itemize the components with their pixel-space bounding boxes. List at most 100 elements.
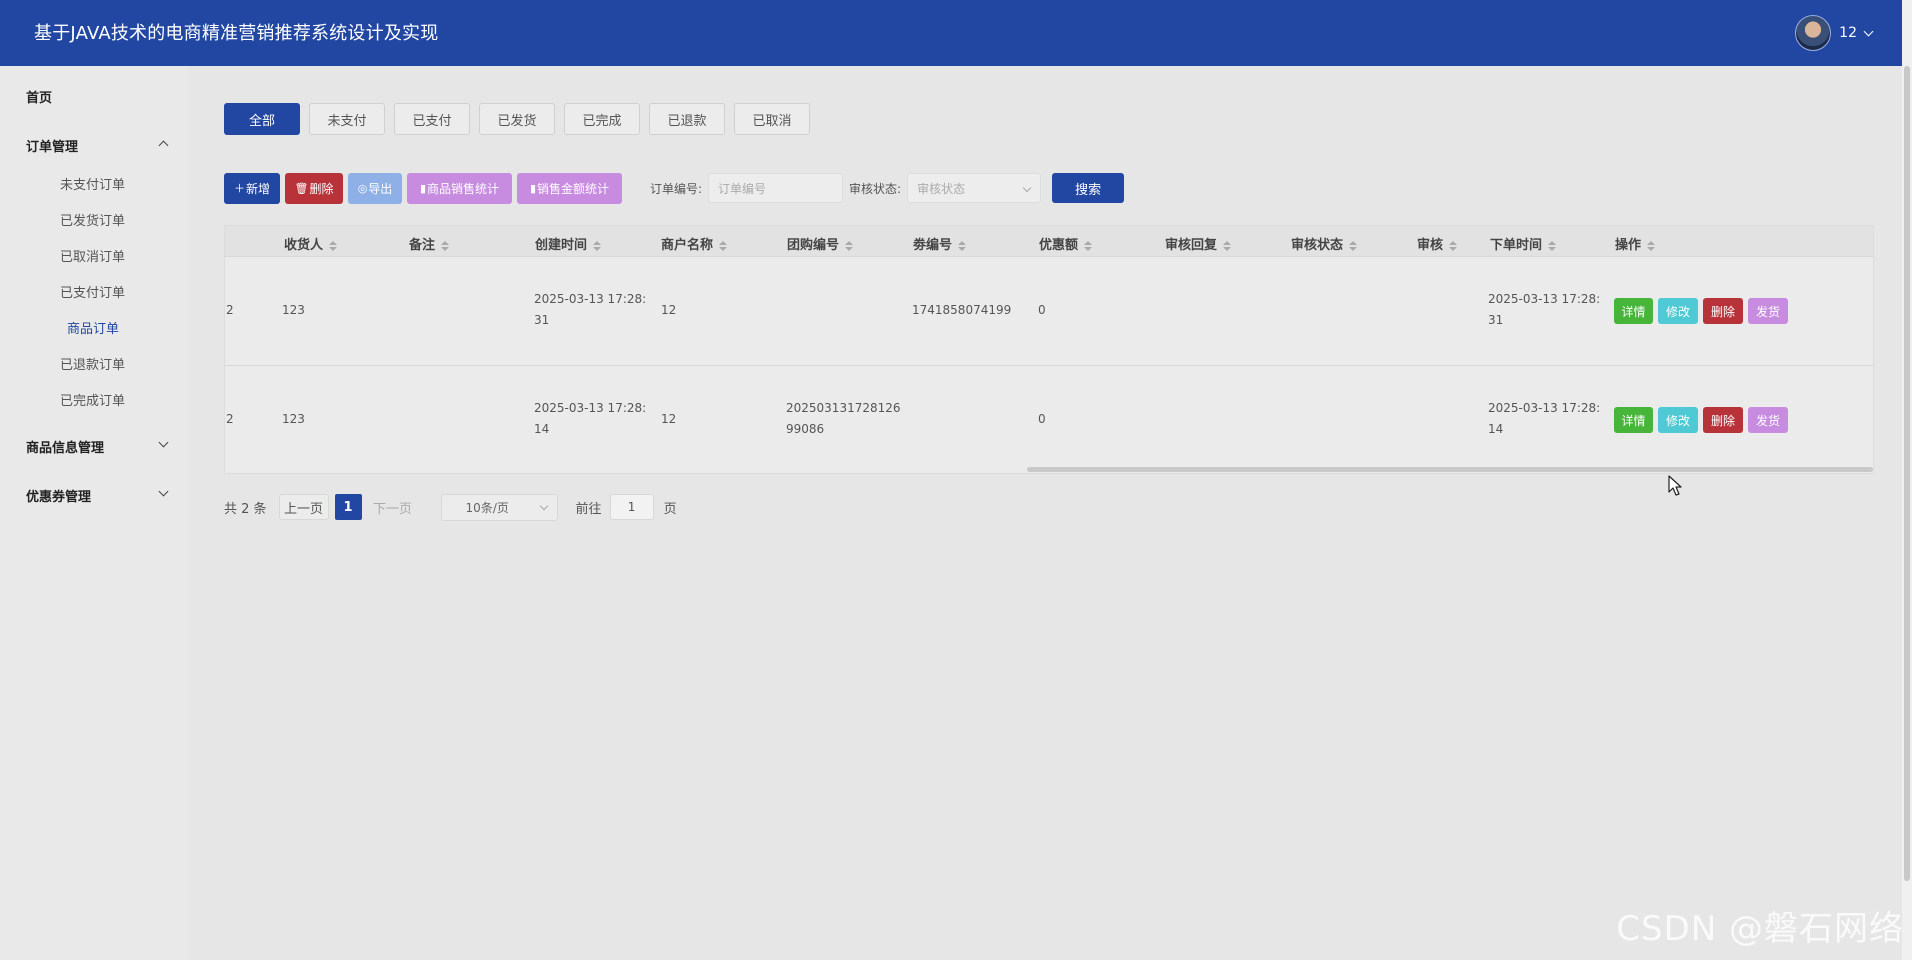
sort-icon[interactable] — [845, 240, 854, 251]
sales-amount-stats-button[interactable]: ▮ 销售金额统计 — [517, 172, 622, 204]
column-header-audit[interactable]: 审核 — [1417, 234, 1458, 253]
sort-icon[interactable] — [958, 240, 967, 251]
edit-button[interactable]: 修改 — [1658, 298, 1698, 324]
cell-merchant: 12 — [661, 303, 677, 317]
tab-refunded[interactable]: 已退款 — [649, 103, 725, 135]
sidebar-group-coupons[interactable]: 优惠券管理 — [26, 486, 91, 505]
column-header-merchant[interactable]: 商户名称 — [661, 234, 728, 253]
page-unit-label: 页 — [663, 501, 677, 517]
delete-row-button[interactable]: 删除 — [1703, 298, 1743, 324]
tab-paid[interactable]: 已支付 — [394, 103, 470, 135]
column-header-actions[interactable]: 操作 — [1615, 234, 1656, 253]
prev-page-button[interactable]: 上一页 — [278, 494, 329, 520]
delete-row-button[interactable]: 删除 — [1703, 407, 1743, 433]
top-header: 基于JAVA技术的电商精准营销推荐系统设计及实现 12 — [0, 0, 1902, 66]
table-row: 2 123 2025-03-13 17:28: 14 12 20250313172… — [225, 366, 1873, 473]
detail-button[interactable]: 详情 — [1614, 407, 1653, 433]
plus-icon: ＋ — [233, 182, 245, 195]
sidebar-item-refunded-orders[interactable]: 已退款订单 — [60, 354, 125, 373]
watermark: CSDN @磐石网络 — [1616, 909, 1904, 949]
cell-coupon-no: 1741858074199 — [912, 303, 1012, 317]
column-header-group-no[interactable]: 团购编号 — [787, 234, 854, 253]
vertical-scrollbar[interactable] — [1902, 0, 1912, 960]
chevron-down-icon[interactable] — [158, 486, 169, 497]
sidebar-item-shipped-orders[interactable]: 已发货订单 — [60, 210, 125, 229]
sidebar-item-home[interactable]: 首页 — [26, 87, 52, 106]
column-header-discount[interactable]: 优惠额 — [1039, 234, 1093, 253]
pagination: 共 2 条 上一页 1 下一页 10条/页 前往 1 页 — [224, 493, 677, 521]
sort-icon[interactable] — [1449, 240, 1458, 251]
username[interactable]: 12 — [1839, 25, 1857, 41]
chevron-down-icon[interactable] — [1863, 26, 1874, 36]
tab-unpaid[interactable]: 未支付 — [309, 103, 385, 135]
sort-icon[interactable] — [329, 240, 338, 251]
column-header-audit-status[interactable]: 审核状态 — [1291, 234, 1358, 253]
chevron-down-icon — [1022, 183, 1032, 193]
add-button[interactable]: ＋新增 — [224, 172, 280, 204]
column-header-order-time[interactable]: 下单时间 — [1490, 234, 1557, 253]
cell-group-no: 202503131728126 99086 — [786, 401, 901, 436]
total-count: 共 2 条 — [224, 501, 267, 517]
tab-cancelled[interactable]: 已取消 — [734, 103, 810, 135]
ship-button[interactable]: 发货 — [1748, 298, 1788, 324]
bar-chart-icon: ▮ — [419, 181, 427, 195]
next-page-button[interactable]: 下一页 — [368, 494, 418, 520]
column-header-coupon-no[interactable]: 劵编号 — [913, 234, 967, 253]
column-header-created-time[interactable]: 创建时间 — [535, 234, 602, 253]
page-size-select[interactable]: 10条/页 — [440, 493, 558, 521]
table-row: 2 123 2025-03-13 17:28: 31 12 17418580741… — [225, 257, 1873, 366]
status-tabs: 全部 未支付 已支付 已发货 已完成 已退款 已取消 — [224, 103, 810, 135]
product-sales-stats-button[interactable]: ▮ 商品销售统计 — [407, 172, 512, 204]
sidebar-item-product-orders[interactable]: 商品订单 — [67, 318, 119, 337]
detail-button[interactable]: 详情 — [1614, 298, 1653, 324]
cell-receiver: 123 — [282, 412, 305, 426]
goto-page-input[interactable]: 1 — [609, 494, 654, 520]
search-button[interactable]: 搜索 — [1052, 173, 1125, 203]
bar-chart-icon: ▮ — [529, 181, 537, 195]
order-no-input[interactable]: 订单编号 — [708, 173, 844, 203]
audit-status-select[interactable]: 审核状态 — [907, 173, 1042, 203]
column-header-receiver[interactable]: 收货人 — [284, 234, 338, 253]
sidebar-item-completed-orders[interactable]: 已完成订单 — [60, 390, 125, 409]
sort-icon[interactable] — [1647, 240, 1656, 251]
orders-table: 收货人 备注 创建时间 商户名称 团购编号 劵编号 优惠额 审核回复 审核状态 … — [224, 225, 1874, 474]
cell-receiver: 123 — [282, 303, 305, 317]
tab-shipped[interactable]: 已发货 — [479, 103, 555, 135]
goto-label: 前往 — [575, 501, 602, 517]
ship-button[interactable]: 发货 — [1748, 407, 1788, 433]
tab-all[interactable]: 全部 — [224, 103, 300, 135]
sort-icon[interactable] — [1223, 240, 1232, 251]
export-icon: ◎ — [357, 181, 368, 195]
horizontal-scrollbar[interactable] — [1027, 467, 1873, 472]
cell-discount: 0 — [1038, 303, 1046, 317]
scrollbar-thumb[interactable] — [1904, 66, 1910, 881]
table-header: 收货人 备注 创建时间 商户名称 团购编号 劵编号 优惠额 审核回复 审核状态 … — [225, 226, 1873, 257]
cell-order-time: 2025-03-13 17:28: 31 — [1488, 292, 1601, 327]
cell-discount: 0 — [1038, 412, 1046, 426]
sort-icon[interactable] — [593, 240, 602, 251]
edit-button[interactable]: 修改 — [1658, 407, 1698, 433]
sidebar-item-paid-orders[interactable]: 已支付订单 — [60, 282, 125, 301]
sidebar-group-order-management[interactable]: 订单管理 — [26, 136, 78, 155]
trash-icon: 🗑 — [294, 181, 309, 195]
sort-icon[interactable] — [1349, 240, 1358, 251]
tab-completed[interactable]: 已完成 — [564, 103, 640, 135]
sort-icon[interactable] — [441, 240, 450, 251]
column-header-note[interactable]: 备注 — [409, 234, 450, 253]
delete-button[interactable]: 🗑 删除 — [285, 172, 343, 204]
sidebar-item-cancelled-orders[interactable]: 已取消订单 — [60, 246, 125, 265]
sort-icon[interactable] — [1084, 240, 1093, 251]
column-header-audit-reply[interactable]: 审核回复 — [1165, 234, 1232, 253]
sidebar: 首页 订单管理 未支付订单 已发货订单 已取消订单 已支付订单 商品订单 已退款… — [0, 66, 188, 960]
sort-icon[interactable] — [1548, 240, 1557, 251]
sort-icon[interactable] — [719, 240, 728, 251]
sidebar-item-unpaid-orders[interactable]: 未支付订单 — [60, 174, 125, 193]
user-menu[interactable]: 12 — [1795, 15, 1874, 51]
cell-merchant: 12 — [661, 412, 677, 426]
sidebar-group-product-info[interactable]: 商品信息管理 — [26, 437, 104, 456]
chevron-down-icon[interactable] — [158, 437, 169, 448]
chevron-up-icon[interactable] — [158, 140, 169, 151]
export-button[interactable]: ◎ 导出 — [348, 172, 402, 204]
avatar[interactable] — [1795, 15, 1832, 51]
page-number-current[interactable]: 1 — [334, 494, 362, 520]
